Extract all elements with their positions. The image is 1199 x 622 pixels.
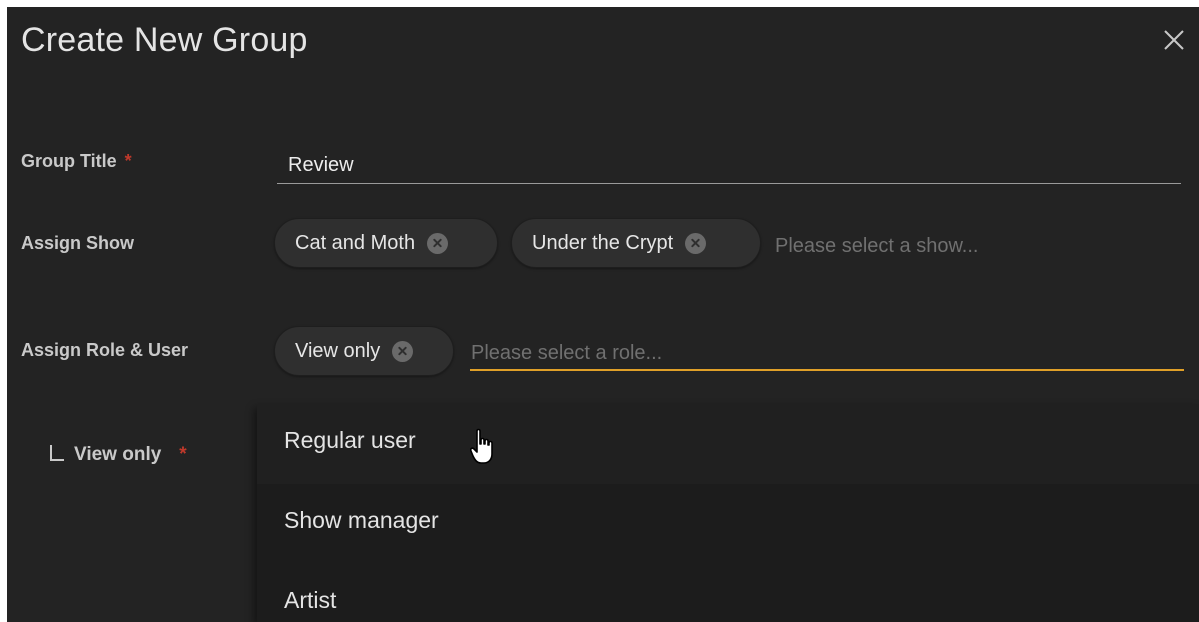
menu-item-label: Regular user (284, 427, 416, 453)
show-chip[interactable]: Under the Crypt (511, 218, 761, 268)
view-only-sub-label: View only * (50, 444, 187, 466)
show-chip[interactable]: Cat and Moth (274, 218, 498, 268)
group-title-input[interactable]: Review (288, 154, 354, 177)
role-chip-label: View only (295, 339, 381, 362)
group-title-label: Group Title * (21, 151, 132, 172)
role-input-focus-underline (470, 369, 1184, 371)
menu-item-artist[interactable]: Artist (257, 564, 1199, 622)
show-chip-label: Under the Crypt (532, 231, 674, 254)
close-icon[interactable] (1163, 29, 1185, 51)
role-search-input[interactable]: Please select a role... (471, 342, 662, 365)
show-search-input[interactable]: Please select a show... (775, 235, 978, 258)
menu-item-show-manager[interactable]: Show manager (257, 484, 1199, 564)
create-group-dialog: Create New Group Group Title * Review Ass… (7, 7, 1199, 622)
role-chip[interactable]: View only (274, 326, 454, 376)
required-mark: * (124, 151, 132, 171)
group-title-underline (277, 183, 1181, 184)
remove-chip-icon[interactable] (427, 232, 449, 254)
role-dropdown-menu: Regular user Show manager Artist (257, 404, 1199, 622)
menu-item-regular-user[interactable]: Regular user (257, 404, 1199, 484)
remove-chip-icon[interactable] (392, 340, 414, 362)
assign-role-label: Assign Role & User (21, 340, 189, 360)
menu-item-label: Artist (284, 587, 337, 613)
sub-role-label-text: View only (74, 444, 162, 465)
required-mark: * (179, 444, 187, 465)
menu-item-label: Show manager (284, 507, 439, 533)
tree-branch-icon (50, 445, 64, 461)
dialog-title: Create New Group (21, 21, 308, 59)
show-chip-label: Cat and Moth (295, 231, 416, 254)
remove-chip-icon[interactable] (685, 232, 707, 254)
assign-show-label: Assign Show (21, 233, 135, 253)
group-title-label-text: Group Title (21, 151, 117, 171)
